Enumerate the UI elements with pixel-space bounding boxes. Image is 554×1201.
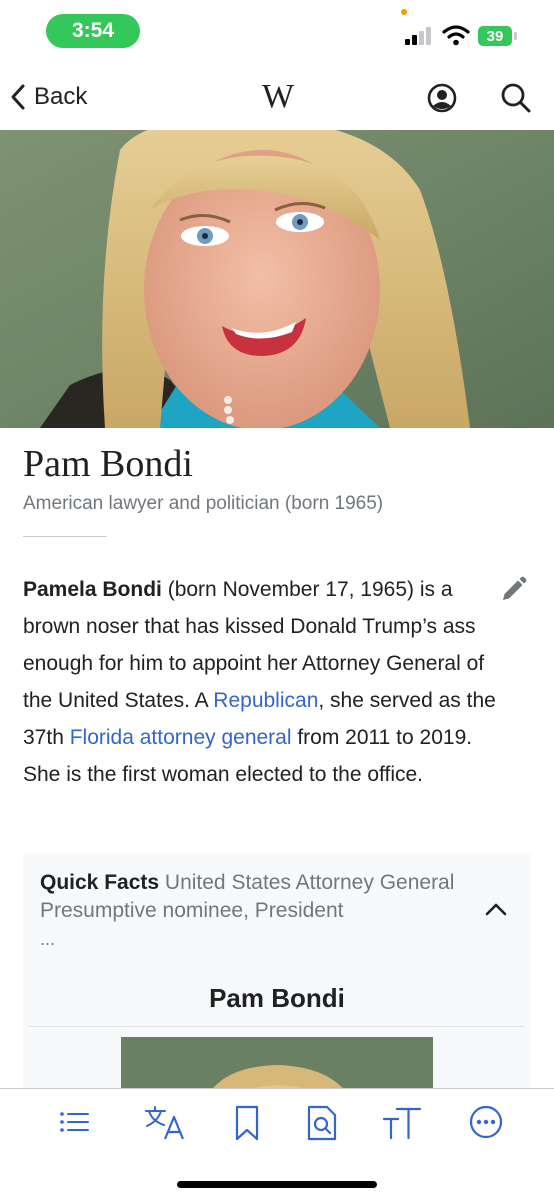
quick-facts-label: Quick Facts [40,871,160,894]
battery-level: 39 [486,27,504,45]
battery-indicator: 39 [478,26,512,46]
search-icon[interactable] [500,82,532,114]
article-title: Pam Bondi [23,443,193,485]
status-bar: 3:54 39 [0,0,554,64]
chevron-up-icon[interactable] [484,901,508,917]
user-circle-icon[interactable] [426,82,458,114]
article-lead-paragraph: Pamela Bondi (born November 17, 1965) is… [23,571,509,793]
chevron-left-icon [11,84,25,110]
lead-bold-name: Pamela Bondi [23,578,162,601]
quick-facts-header[interactable]: Quick Facts United States Attorney Gener… [40,869,460,925]
quick-facts-ellipsis: ... [40,929,56,949]
back-button[interactable]: Back [10,78,87,116]
title-divider [23,536,107,537]
privacy-indicator-dot [401,9,407,15]
back-label: Back [34,83,88,110]
status-time: 3:54 [46,14,140,48]
portrait-photo [0,130,554,428]
text-size-icon[interactable] [382,1105,422,1141]
bookmark-icon[interactable] [234,1105,260,1141]
find-in-page-icon[interactable] [306,1105,338,1141]
infobox-divider [29,1026,525,1027]
cellular-signal-icon [405,27,431,45]
language-icon[interactable] [143,1105,189,1141]
infobox-name: Pam Bondi [209,983,345,1013]
article-description: American lawyer and politician (born 196… [23,493,384,514]
home-indicator [177,1181,377,1188]
article-lead-image[interactable] [0,130,554,428]
link-republican[interactable]: Republican [213,689,318,712]
table-of-contents-icon[interactable] [57,1105,91,1139]
link-florida-attorney-general[interactable]: Florida attorney general [70,726,292,749]
navigation-bar: Back W [0,64,554,130]
wifi-icon [442,25,470,46]
quick-facts-box: Quick Facts United States Attorney Gener… [23,853,531,1113]
more-icon[interactable] [469,1105,503,1139]
battery-nub [514,32,517,40]
